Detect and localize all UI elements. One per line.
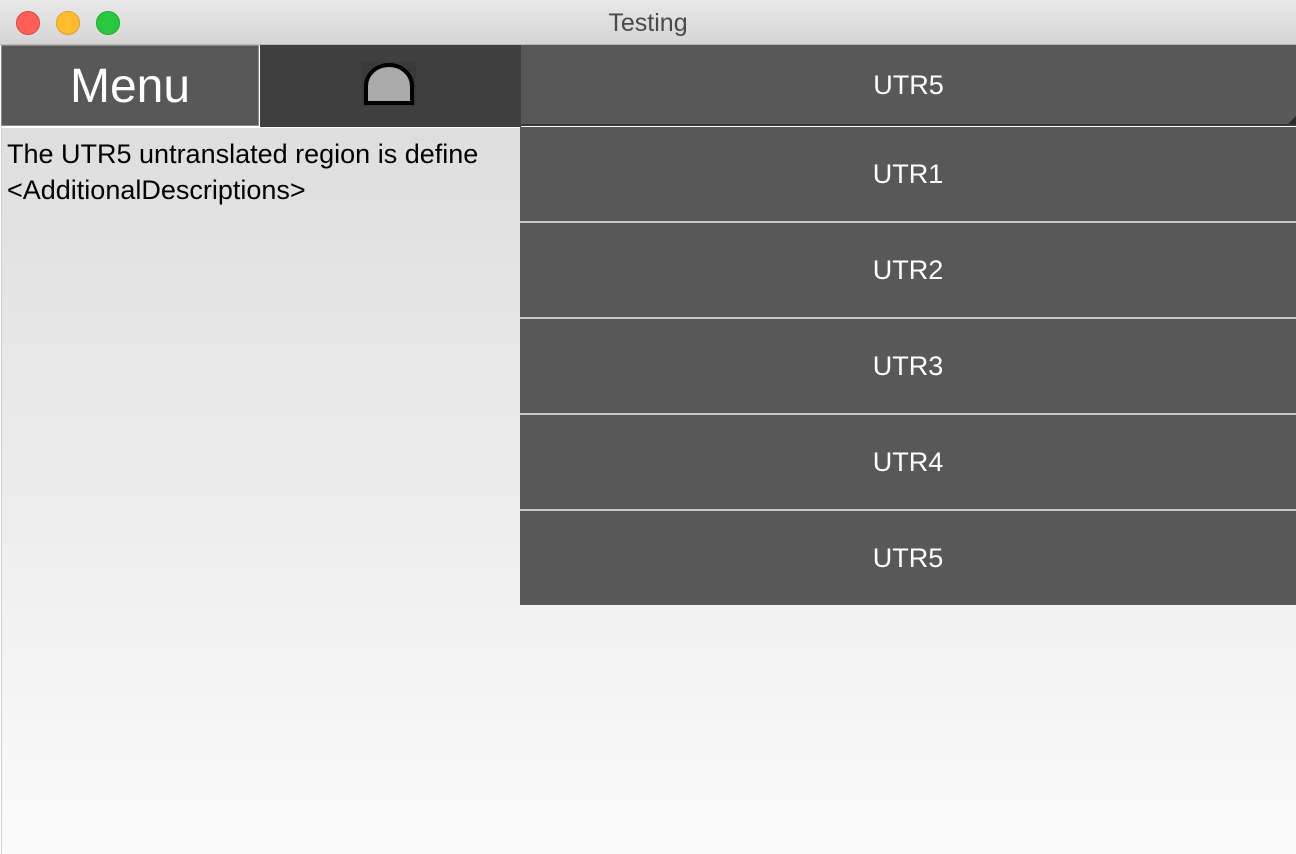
dropdown-corner-icon (1288, 116, 1296, 124)
app-window: Testing Menu UTR5 The UTR5 untranslated … (0, 0, 1296, 854)
title-bar: Testing (0, 0, 1296, 45)
dome-icon[interactable] (362, 62, 416, 106)
region-description: The UTR5 untranslated region is define <… (7, 136, 520, 208)
utr-dropdown-selected-label: UTR5 (873, 70, 944, 100)
dropdown-option-utr3[interactable]: UTR3 (520, 319, 1296, 413)
utr-dropdown-list: UTR1 UTR2 UTR3 UTR4 UTR5 (520, 127, 1296, 605)
window-title: Testing (608, 9, 688, 37)
utr-dropdown-selected[interactable]: UTR5 (521, 45, 1296, 126)
dropdown-option-utr2[interactable]: UTR2 (520, 223, 1296, 317)
description-line-2: <AdditionalDescriptions> (7, 175, 306, 205)
description-line-1: The UTR5 untranslated region is define (7, 139, 479, 169)
dropdown-option-utr4[interactable]: UTR4 (520, 415, 1296, 509)
menu-button[interactable]: Menu (1, 45, 259, 126)
dropdown-option-utr1[interactable]: UTR1 (520, 127, 1296, 221)
dropdown-option-utr5[interactable]: UTR5 (520, 511, 1296, 605)
